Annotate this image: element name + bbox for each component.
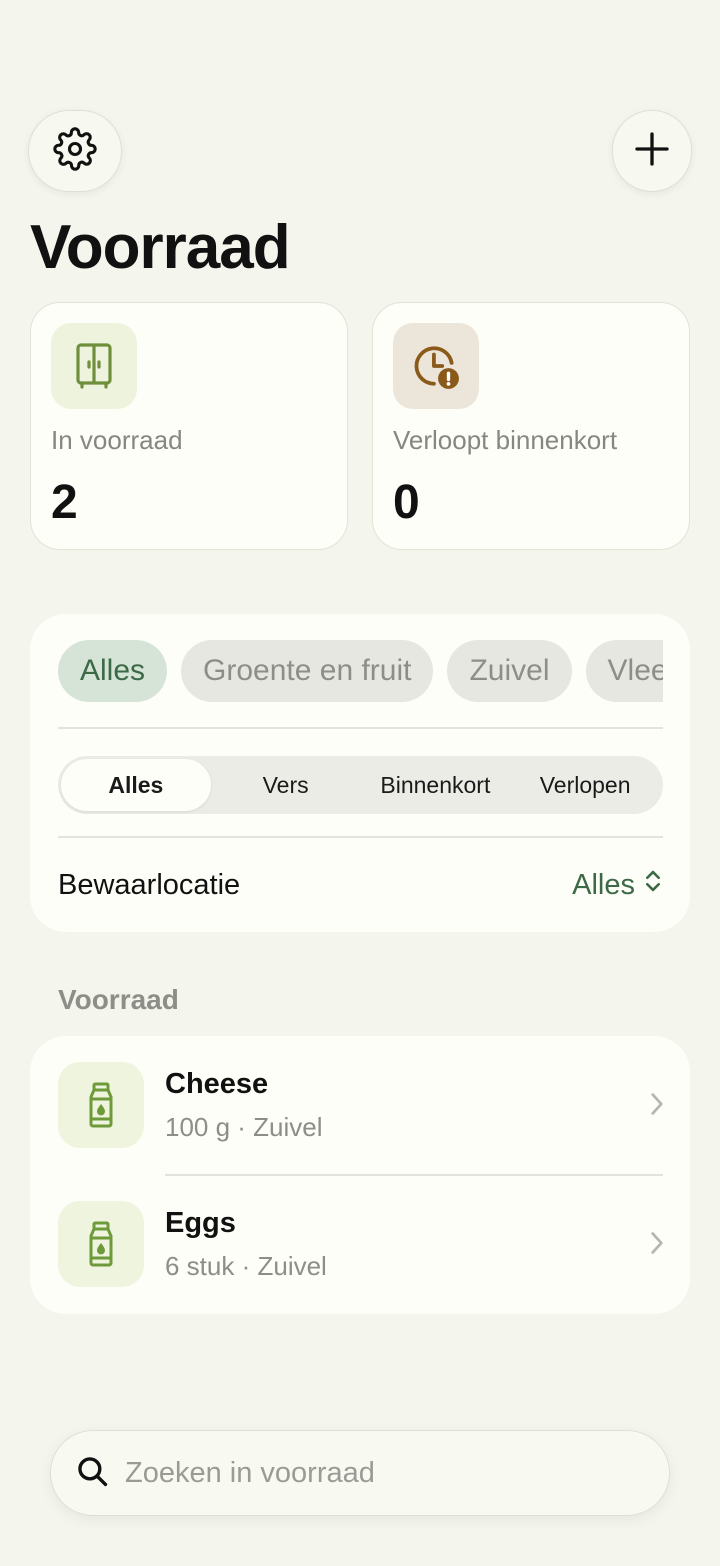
search-input[interactable] [125,1456,625,1490]
section-title: Voorraad [58,984,179,1015]
chip-vegetables-fruit[interactable]: Groente en fruit [181,640,434,702]
chip-dairy[interactable]: Zuivel [447,640,572,702]
stat-card-in-stock[interactable]: In voorraad 2 [30,302,348,550]
inventory-list: Cheese 100 g · Zuivel Eggs 6 stuk · Zuiv… [30,1036,690,1314]
bottle-icon [58,1201,144,1287]
gear-icon [53,126,97,176]
item-meta: 6 stuk · Zuivel [165,1251,327,1281]
storage-location-row[interactable]: Bewaarlocatie Alles [58,860,663,910]
item-name: Cheese [165,1068,269,1100]
clock-alert-icon [393,323,479,409]
stat-value: 2 [51,476,78,529]
bottle-icon [58,1062,144,1148]
add-item-button[interactable] [612,110,692,192]
stat-label: In voorraad [51,425,183,455]
search-bar[interactable] [50,1430,670,1516]
settings-button[interactable] [28,110,122,192]
stat-label: Verloopt binnenkort [393,425,618,455]
search-icon [75,1454,109,1493]
storage-location-picker[interactable]: Alles [572,868,663,902]
item-meta: 100 g · Zuivel [165,1112,323,1142]
chip-meat[interactable]: Vlees [585,640,663,702]
tab-fresh[interactable]: Vers [211,759,361,811]
plus-icon [632,129,672,174]
item-name: Eggs [165,1207,236,1239]
filter-panel: Alles Groente en fruit Zuivel Vlees Alle… [30,614,690,932]
storage-location-label: Bewaarlocatie [58,868,241,901]
chevron-right-icon [650,1231,664,1260]
page-title: Voorraad [30,213,291,282]
divider [58,727,663,729]
divider [58,836,663,838]
tab-all[interactable]: Alles [61,759,211,811]
chevron-up-down-icon [643,868,663,902]
stat-card-expiring[interactable]: Verloopt binnenkort 0 [372,302,690,550]
cabinet-icon [51,323,137,409]
tab-expired[interactable]: Verlopen [510,759,660,811]
storage-location-value: Alles [572,868,635,901]
status-segmented-control: Alles Vers Binnenkort Verlopen [58,756,663,814]
chevron-right-icon [650,1092,664,1121]
stat-value: 0 [393,476,420,529]
list-item[interactable]: Eggs 6 stuk · Zuivel [30,1175,690,1314]
chip-all[interactable]: Alles [58,640,168,702]
category-chips[interactable]: Alles Groente en fruit Zuivel Vlees [58,640,663,702]
list-item[interactable]: Cheese 100 g · Zuivel [30,1036,690,1176]
tab-expiring-soon[interactable]: Binnenkort [361,759,511,811]
